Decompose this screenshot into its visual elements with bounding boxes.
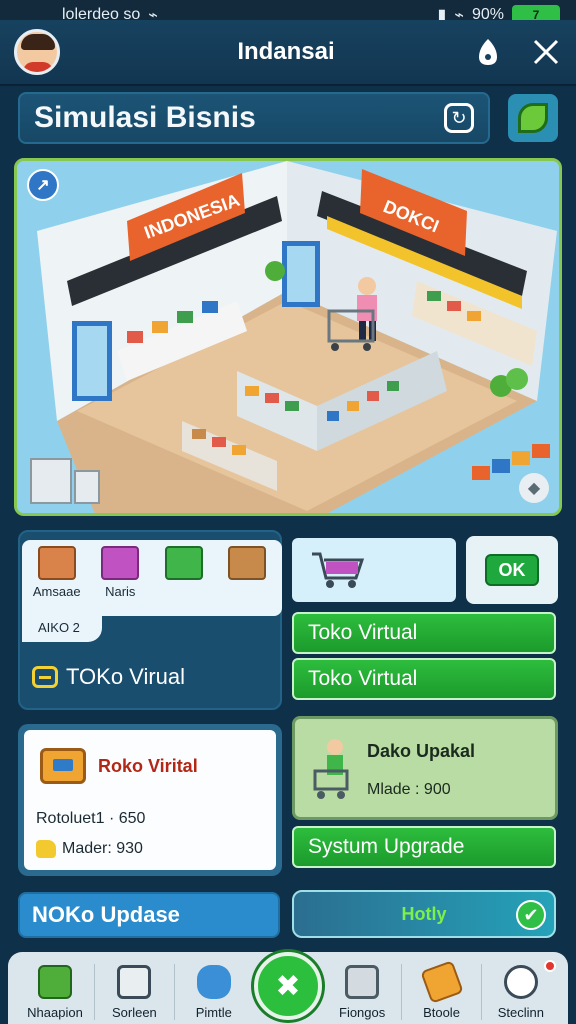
center-action-button[interactable]: ✖ <box>254 952 322 1020</box>
nav-label: Fiongos <box>339 1005 386 1020</box>
close-icon[interactable] <box>530 36 562 68</box>
avatar[interactable] <box>14 29 60 75</box>
inventory-item-label: Naris <box>105 584 136 599</box>
inventory-link-label: TOKo Virual <box>66 664 186 689</box>
page-title-bar: Simulasi Bisnis ↻ <box>18 92 490 144</box>
system-upgrade-button[interactable]: Systum Upgrade <box>292 826 556 868</box>
alert-icon[interactable] <box>472 36 504 68</box>
store-scene[interactable]: INDONESIA DOKCI ↗ ◆ <box>14 158 562 516</box>
inventory-item-label: Amsaae <box>32 584 81 599</box>
basket-icon <box>164 546 203 580</box>
tool-icon <box>419 960 464 1004</box>
inventory-item[interactable] <box>155 546 213 584</box>
business-card[interactable]: Roko Virital Rotoluet1 · 650 Mader: 930 <box>18 724 282 876</box>
thumbs-up-icon <box>36 840 56 858</box>
nav-label: Btoole <box>423 1005 460 1020</box>
monitor-icon <box>117 965 152 999</box>
refresh-icon[interactable]: ↻ <box>444 103 474 133</box>
page-title: Simulasi Bisnis <box>34 101 256 134</box>
inventory-item[interactable]: Amsaae <box>28 546 86 599</box>
update-button[interactable]: NOKo Updase <box>18 892 280 938</box>
ok-button[interactable]: OK <box>485 554 539 586</box>
inventory-panel: Amsaae Naris AIKO 2 TOKo Virual <box>18 530 282 710</box>
inventory-sub-label: AIKO 2 <box>22 616 102 642</box>
nav-item-tools[interactable]: Btoole <box>403 960 481 1020</box>
app-bar: Indansai <box>0 20 576 86</box>
cart-icon <box>312 552 365 588</box>
house-icon <box>38 965 72 999</box>
business-card-stat-2: Mader: 930 <box>62 840 143 857</box>
crate-icon <box>37 546 76 580</box>
nav-label: Nhaapion <box>27 1005 83 1020</box>
nav-item-settings[interactable]: Steclinn <box>482 965 560 1020</box>
business-card-stat: Rotoluet1 · 650 <box>36 810 146 827</box>
upgrade-card-subtitle: Mlade : 900 <box>367 781 451 798</box>
upgrade-card[interactable]: Dako Upakal Mlade : 900 <box>292 716 558 820</box>
cardboard-icon <box>228 546 267 580</box>
leaf-icon <box>518 103 548 133</box>
kiosk-icon <box>345 965 380 999</box>
nav-label: Steclinn <box>497 1005 544 1020</box>
lock-icon <box>32 666 58 688</box>
inventory-item[interactable]: Naris <box>92 546 150 599</box>
can-icon <box>196 965 231 999</box>
ok-panel: OK <box>466 536 558 604</box>
toko-virtual-button-1[interactable]: Toko Virtual <box>292 612 556 654</box>
shopper-icon <box>313 739 349 799</box>
cart-card[interactable] <box>292 538 456 602</box>
inventory-item[interactable] <box>219 546 277 584</box>
app-title: Indansai <box>237 38 335 65</box>
upgrade-card-title: Dako Upakal <box>367 741 476 761</box>
nav-item-home[interactable]: Nhaapion <box>16 965 94 1020</box>
notification-badge <box>544 960 556 972</box>
nav-label: Sorleen <box>111 1005 157 1020</box>
nav-item-kiosk[interactable]: Fiongos <box>323 965 401 1020</box>
hotkey-button[interactable]: Hotly ✔ <box>292 890 556 938</box>
box-icon <box>101 546 140 580</box>
scene-options-icon[interactable]: ◆ <box>519 473 549 503</box>
inventory-strip: Amsaae Naris <box>22 540 282 616</box>
toko-virtual-button-2[interactable]: Toko Virtual <box>292 658 556 700</box>
nav-item-screen[interactable]: Sorleen <box>95 965 173 1020</box>
leaf-button[interactable] <box>508 94 558 142</box>
business-card-title: Roko Virital <box>98 755 198 776</box>
scene-edit-icon[interactable]: ↗ <box>27 169 59 201</box>
register-icon <box>40 748 86 784</box>
nav-item-print[interactable]: Pimtle <box>175 965 253 1020</box>
inventory-link[interactable]: TOKo Virual <box>32 664 185 690</box>
check-icon[interactable]: ✔ <box>516 900 546 930</box>
nav-label: Pimtle <box>195 1005 232 1020</box>
hotkey-label: Hotly <box>401 903 447 924</box>
settings-icon <box>503 965 538 999</box>
